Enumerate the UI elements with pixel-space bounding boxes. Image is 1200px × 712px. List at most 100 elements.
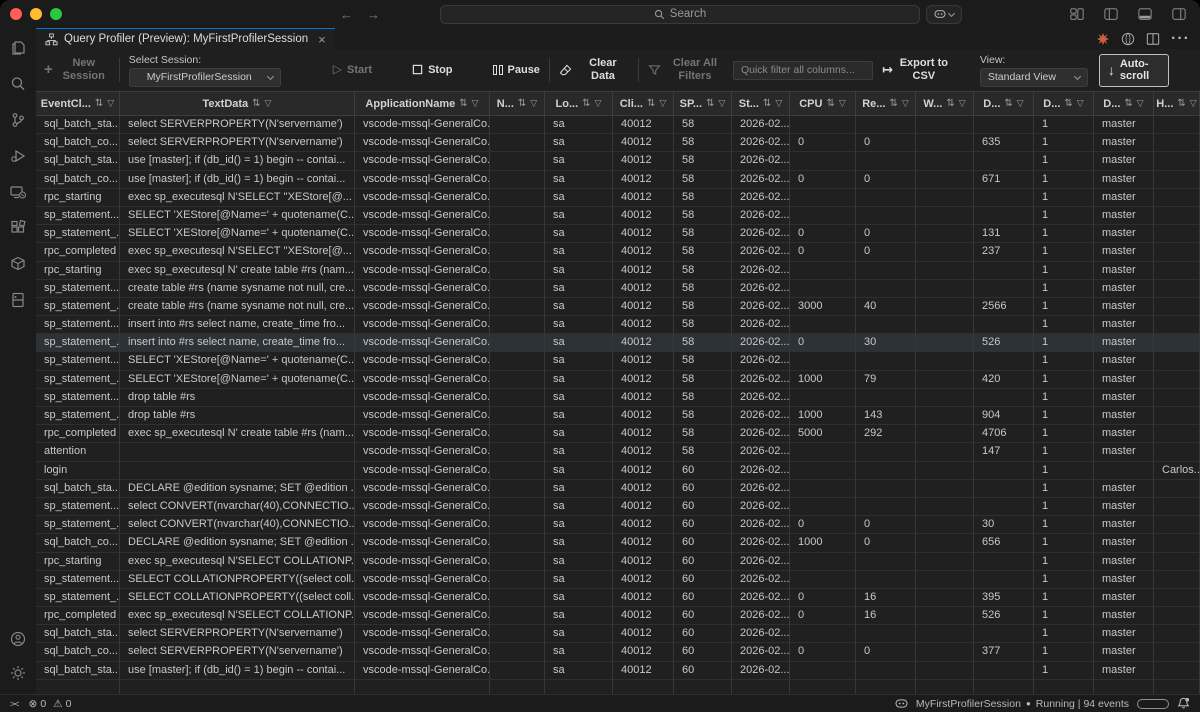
cell[interactable]: 0: [790, 170, 856, 189]
cell[interactable]: select CONVERT(nvarchar(40),CONNECTIO...: [120, 497, 355, 517]
cell[interactable]: master: [1094, 425, 1154, 444]
copilot-statusbar-icon[interactable]: [895, 698, 908, 709]
cell[interactable]: sa: [545, 261, 613, 280]
cell[interactable]: [974, 261, 1034, 280]
cell[interactable]: [490, 370, 545, 389]
cell[interactable]: 1: [1034, 316, 1094, 335]
cell[interactable]: sa: [545, 352, 613, 371]
more-actions-icon[interactable]: ···: [1171, 30, 1190, 48]
cell[interactable]: [490, 443, 545, 462]
pause-button[interactable]: Pause: [492, 64, 540, 77]
cell[interactable]: [790, 388, 856, 407]
column-header-cpu[interactable]: CPU ⇅ ▽: [790, 92, 856, 115]
cell[interactable]: 60: [674, 479, 732, 498]
cell[interactable]: 60: [674, 552, 732, 571]
cell[interactable]: insert into #rs select name, create_time…: [120, 316, 355, 335]
cell[interactable]: [1154, 534, 1200, 553]
cell[interactable]: [790, 188, 856, 207]
cell[interactable]: [490, 297, 545, 317]
cell[interactable]: [856, 570, 916, 589]
cell[interactable]: [1154, 316, 1200, 335]
cell[interactable]: master: [1094, 116, 1154, 135]
cell[interactable]: [490, 352, 545, 371]
cell[interactable]: [490, 170, 545, 189]
cell[interactable]: master: [1094, 388, 1154, 407]
cell[interactable]: 58: [674, 261, 732, 280]
cell[interactable]: create table #rs (name sysname not null,…: [120, 279, 355, 298]
clear-all-filters-button[interactable]: Clear All Filters: [648, 57, 724, 82]
cell[interactable]: [916, 297, 974, 317]
cell[interactable]: 0: [790, 588, 856, 608]
cell[interactable]: [790, 316, 856, 335]
cell[interactable]: [490, 461, 545, 480]
sort-icon[interactable]: ⇅: [826, 98, 834, 109]
cell[interactable]: 2026-02...: [732, 152, 790, 171]
cell[interactable]: login: [36, 461, 120, 480]
cell[interactable]: 2026-02...: [732, 243, 790, 262]
cell[interactable]: sa: [545, 661, 613, 680]
tab-query-profiler[interactable]: Query Profiler (Preview): MyFirstProfile…: [36, 28, 335, 49]
cell[interactable]: exec sp_executesql N'SELECT COLLATIONP..…: [120, 607, 355, 626]
toggle-secondary-sidebar-icon[interactable]: [1168, 3, 1190, 25]
cell[interactable]: [1154, 134, 1200, 153]
cell[interactable]: [1154, 352, 1200, 371]
cell[interactable]: [490, 570, 545, 589]
cell[interactable]: 2026-02...: [732, 425, 790, 444]
cell[interactable]: sa: [545, 425, 613, 444]
cell[interactable]: vscode-mssql-GeneralCo...: [355, 479, 490, 498]
cell[interactable]: 1: [1034, 170, 1094, 189]
remote-explorer-icon[interactable]: [7, 181, 29, 203]
cell[interactable]: 1: [1034, 425, 1094, 444]
table-row[interactable]: sql_batch_co... select SERVERPROPERTY(N's…: [36, 643, 1200, 662]
cell[interactable]: 2026-02...: [732, 534, 790, 553]
filter-icon[interactable]: ▽: [839, 98, 846, 109]
cell[interactable]: [916, 479, 974, 498]
cell[interactable]: 60: [674, 570, 732, 589]
table-row[interactable]: sp_statement_... select CONVERT(nvarchar(…: [36, 516, 1200, 535]
cell[interactable]: sa: [545, 170, 613, 189]
cell[interactable]: sql_batch_co...: [36, 170, 120, 189]
cell[interactable]: [974, 352, 1034, 371]
cell[interactable]: [1154, 407, 1200, 426]
cell[interactable]: 2026-02...: [732, 625, 790, 644]
cell[interactable]: [1154, 552, 1200, 571]
cell[interactable]: 1: [1034, 534, 1094, 553]
cell[interactable]: [790, 116, 856, 135]
cell[interactable]: master: [1094, 316, 1154, 335]
cell[interactable]: 1: [1034, 607, 1094, 626]
cell[interactable]: DECLARE @edition sysname; SET @edition .…: [120, 479, 355, 498]
cell[interactable]: vscode-mssql-GeneralCo...: [355, 607, 490, 626]
cell[interactable]: [856, 625, 916, 644]
cell[interactable]: [490, 243, 545, 262]
cell[interactable]: [1154, 607, 1200, 626]
cell[interactable]: sp_statement_...: [36, 225, 120, 244]
table-row[interactable]: sql_batch_sta... use [master]; if (db_id(…: [36, 661, 1200, 680]
cell[interactable]: [790, 443, 856, 462]
cell[interactable]: 147: [974, 443, 1034, 462]
problems-indicator[interactable]: ⊗ 0 ⚠ 0: [29, 698, 72, 710]
sort-icon[interactable]: ⇅: [647, 98, 655, 109]
table-row[interactable]: sp_statement... SELECT 'XEStore[@Name=' +…: [36, 352, 1200, 371]
cell[interactable]: 40012: [613, 407, 674, 426]
table-row[interactable]: sp_statement... create table #rs (name sy…: [36, 279, 1200, 298]
cell[interactable]: vscode-mssql-GeneralCo...: [355, 116, 490, 135]
clear-data-button[interactable]: Clear Data: [559, 57, 629, 82]
table-row[interactable]: rpc_starting exec sp_executesql N' create…: [36, 261, 1200, 280]
source-control-icon[interactable]: [7, 109, 29, 131]
cell[interactable]: 2026-02...: [732, 407, 790, 426]
table-row[interactable]: sql_batch_sta... select SERVERPROPERTY(N'…: [36, 116, 1200, 135]
cell[interactable]: [856, 206, 916, 226]
cell[interactable]: exec sp_executesql N' create table #rs (…: [120, 425, 355, 444]
cell[interactable]: master: [1094, 188, 1154, 207]
cell[interactable]: master: [1094, 279, 1154, 298]
cell[interactable]: master: [1094, 134, 1154, 153]
sort-icon[interactable]: ⇅: [252, 98, 260, 109]
cell[interactable]: [1154, 170, 1200, 189]
cell[interactable]: master: [1094, 407, 1154, 426]
cell[interactable]: 58: [674, 134, 732, 153]
cell[interactable]: SELECT COLLATIONPROPERTY((select coll...: [120, 570, 355, 589]
cell[interactable]: [916, 334, 974, 353]
cell[interactable]: sql_batch_co...: [36, 134, 120, 153]
column-header-st[interactable]: St... ⇅ ▽: [732, 92, 790, 115]
cell[interactable]: sa: [545, 297, 613, 317]
